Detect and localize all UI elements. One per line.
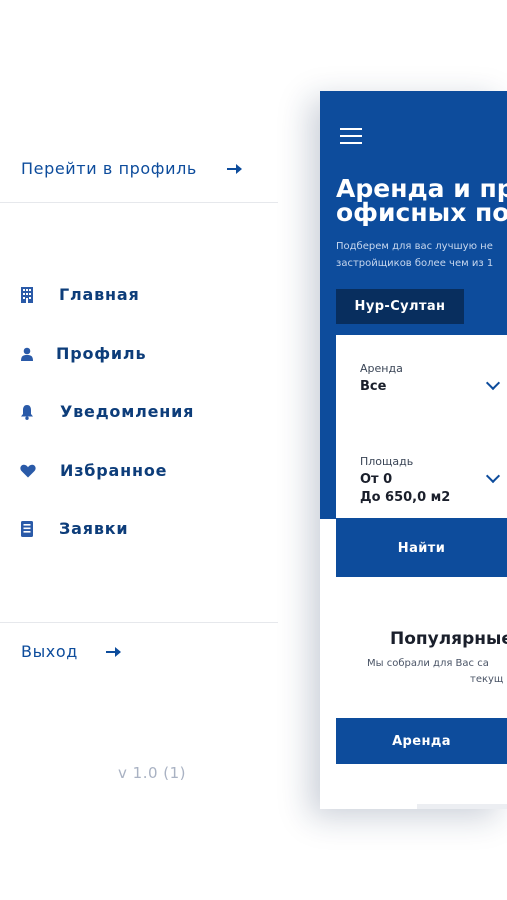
area-to-value[interactable]: До 650,0 м2 bbox=[360, 490, 450, 505]
hamburger-menu-icon[interactable] bbox=[340, 128, 362, 144]
arrow-right-icon bbox=[105, 646, 121, 657]
app-screen: Аренда и пр офисных по Подберем для вас … bbox=[320, 91, 507, 809]
filter-card: Аренда Все Площадь От 0 До 650,0 м2 bbox=[336, 335, 507, 518]
document-icon bbox=[20, 520, 34, 537]
chevron-down-icon[interactable] bbox=[485, 468, 501, 484]
rent-button[interactable]: Аренда bbox=[336, 718, 507, 764]
heart-icon bbox=[20, 463, 36, 479]
hero-subtitle: Подберем для вас лучшую не застройщиков … bbox=[336, 238, 507, 272]
city-select-button[interactable]: Нур-Султан bbox=[336, 289, 464, 324]
hero-title-line: офисных по bbox=[336, 198, 507, 227]
menu-item-label: Профиль bbox=[56, 344, 147, 363]
building-icon bbox=[20, 286, 34, 303]
area-label: Площадь bbox=[360, 455, 414, 468]
chevron-down-icon[interactable] bbox=[485, 375, 501, 391]
logout-label: Выход bbox=[21, 642, 78, 661]
go-to-profile-link[interactable]: Перейти в профиль bbox=[21, 159, 242, 178]
menu-item-profile[interactable]: Профиль bbox=[20, 344, 146, 363]
menu-item-notifications[interactable]: Уведомления bbox=[20, 402, 194, 421]
hero-title: Аренда и пр офисных по bbox=[336, 176, 507, 227]
menu-item-label: Заявки bbox=[59, 519, 129, 538]
menu-item-label: Избранное bbox=[60, 461, 168, 480]
hero-subtitle-line: Подберем для вас лучшую не bbox=[336, 241, 493, 252]
hero-subtitle-line: застройщиков более чем из 1 bbox=[336, 258, 494, 269]
profile-link-label: Перейти в профиль bbox=[21, 159, 197, 178]
find-button[interactable]: Найти bbox=[336, 519, 507, 577]
area-from-value[interactable]: От 0 bbox=[360, 472, 392, 487]
bell-icon bbox=[20, 404, 34, 420]
user-icon bbox=[20, 346, 34, 362]
logout-button[interactable]: Выход bbox=[21, 642, 121, 661]
rent-type-label: Аренда bbox=[360, 362, 403, 375]
menu-item-label: Уведомления bbox=[60, 402, 195, 421]
popular-title: Популярные bbox=[390, 629, 507, 649]
divider bbox=[0, 622, 278, 623]
popular-subtitle: Мы собрали для Вас са bbox=[367, 658, 489, 669]
bottom-sheet-handle bbox=[417, 804, 507, 809]
menu-item-requests[interactable]: Заявки bbox=[20, 519, 128, 538]
divider bbox=[0, 202, 278, 203]
menu-item-label: Главная bbox=[59, 285, 140, 304]
arrow-right-icon bbox=[226, 163, 242, 174]
app-version: v 1.0 (1) bbox=[118, 764, 187, 782]
rent-type-value[interactable]: Все bbox=[360, 379, 386, 394]
popular-subtitle: текущ bbox=[470, 674, 504, 685]
navigation-drawer: Перейти в профиль Главная Профиль Уведом… bbox=[0, 0, 280, 900]
menu-item-favorites[interactable]: Избранное bbox=[20, 461, 167, 480]
menu-item-home[interactable]: Главная bbox=[20, 285, 140, 304]
